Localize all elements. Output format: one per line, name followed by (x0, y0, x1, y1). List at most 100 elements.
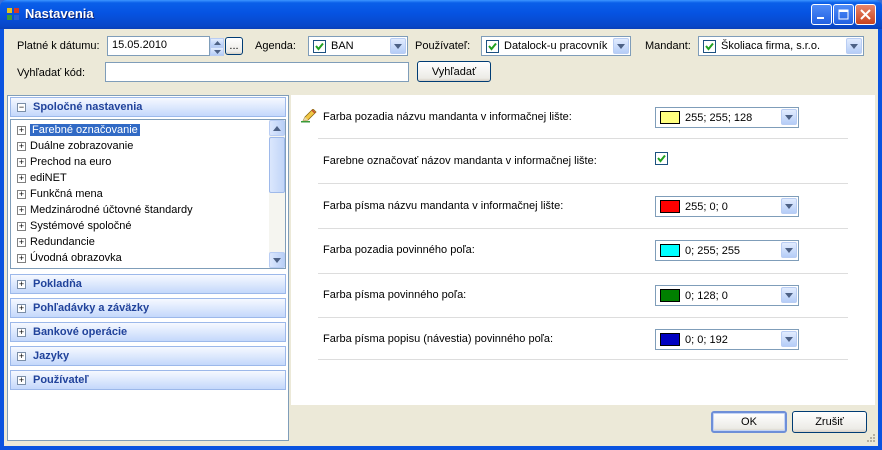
expand-icon[interactable]: + (17, 190, 26, 199)
tree-item[interactable]: + Systémové spoločné (12, 218, 269, 234)
color-select-required-bg[interactable]: 0; 255; 255 (655, 240, 799, 261)
tree-item-label: Funkčná mena (30, 188, 103, 200)
spin-up-icon[interactable] (210, 38, 224, 47)
settings-tree[interactable]: + Farebné označovanie + Duálne zobrazovani… (10, 119, 286, 269)
chevron-down-icon[interactable] (781, 109, 797, 125)
expand-icon[interactable]: + (17, 206, 26, 215)
section-title: Spoločné nastavenia (33, 101, 143, 113)
search-input[interactable] (105, 62, 409, 82)
search-button[interactable]: Vyhľadať (417, 61, 491, 82)
expand-icon[interactable]: + (17, 142, 26, 151)
section-header-jazyky[interactable]: + Jazyky (10, 346, 286, 366)
pencil-icon (301, 109, 317, 123)
user-checkbox[interactable] (486, 40, 499, 53)
date-spinner[interactable] (210, 38, 224, 56)
minimize-icon (817, 17, 824, 19)
tree-item[interactable]: + Medzinárodné účtovné štandardy (12, 202, 269, 218)
color-select-required-caption[interactable]: 0; 0; 192 (655, 329, 799, 350)
check-icon (488, 42, 497, 51)
chevron-down-icon[interactable] (781, 198, 797, 214)
section-header-bankove[interactable]: + Bankové operácie (10, 322, 286, 342)
color-select-mandant-font[interactable]: 255; 0; 0 (655, 196, 799, 217)
mandant-select[interactable]: Školiaca firma, s.r.o. (698, 36, 864, 56)
scroll-thumb[interactable] (269, 137, 285, 193)
section-title: Bankové operácie (33, 326, 128, 338)
expand-icon[interactable]: + (17, 158, 26, 167)
tree-scrollbar[interactable] (269, 120, 285, 268)
expand-icon[interactable]: + (17, 254, 26, 263)
spin-down-icon[interactable] (210, 47, 224, 56)
mandant-checkbox[interactable] (703, 40, 716, 53)
tree-item[interactable]: + Prechod na euro (12, 154, 269, 170)
expand-icon[interactable]: + (17, 238, 26, 247)
expand-icon[interactable]: + (17, 126, 26, 135)
color-select-mandant-bg[interactable]: 255; 255; 128 (655, 107, 799, 128)
color-select-required-font[interactable]: 0; 128; 0 (655, 285, 799, 306)
tree-item[interactable]: + Redundancie (12, 234, 269, 250)
tree-item-label: Redundancie (30, 236, 95, 248)
section-header-pouzivatel[interactable]: + Používateľ (10, 370, 286, 390)
section-title: Jazyky (33, 350, 70, 362)
section-header-common[interactable]: − Spoločné nastavenia (10, 97, 286, 117)
date-input[interactable]: 15.05.2010 (107, 36, 210, 56)
minimize-button[interactable] (811, 4, 832, 25)
app-icon (7, 8, 19, 20)
setting-label: Farba písma povinného poľa: (323, 289, 467, 301)
mark-mandant-checkbox[interactable] (655, 152, 668, 165)
tree-item-label: Úvodná obrazovka (30, 252, 122, 264)
agenda-label: Agenda: (255, 40, 296, 52)
date-picker-button[interactable]: ... (225, 37, 243, 55)
tree-item[interactable]: + Funkčná mena (12, 186, 269, 202)
chevron-down-icon[interactable] (781, 242, 797, 258)
section-header-pokladna[interactable]: + Pokladňa (10, 274, 286, 294)
tree-item[interactable]: + Úvodná obrazovka (12, 250, 269, 266)
close-button[interactable] (855, 4, 876, 25)
search-label: Vyhľadať kód: (17, 67, 86, 79)
tree-item-label: ediNET (30, 172, 67, 184)
scroll-down-icon[interactable] (269, 252, 285, 268)
color-swatch (660, 244, 680, 257)
tree-item[interactable]: + ediNET (12, 170, 269, 186)
user-value: Datalock-u pracovník (504, 40, 608, 52)
agenda-select[interactable]: BAN (308, 36, 408, 56)
maximize-icon (838, 9, 849, 20)
collapse-icon: − (17, 102, 26, 112)
color-swatch (660, 289, 680, 302)
agenda-checkbox[interactable] (313, 40, 326, 53)
tree-item-label: Duálne zobrazovanie (30, 140, 134, 152)
settings-panel: Farba pozadia názvu mandanta v informačn… (291, 95, 875, 405)
resize-grip-icon[interactable] (864, 433, 876, 445)
section-header-pohladavky[interactable]: + Pohľadávky a záväzky (10, 298, 286, 318)
expand-icon: + (17, 327, 26, 337)
color-swatch (660, 333, 680, 346)
user-select[interactable]: Datalock-u pracovník (481, 36, 631, 56)
section-title: Pohľadávky a záväzky (33, 302, 150, 314)
check-icon (657, 154, 666, 163)
tree-item[interactable]: + Farebné označovanie (12, 122, 269, 138)
title-bar[interactable]: Nastavenia (0, 0, 882, 29)
tree-item-label: Medzinárodné účtovné štandardy (30, 204, 193, 216)
chevron-down-icon[interactable] (781, 287, 797, 303)
check-icon (315, 42, 324, 51)
chevron-down-icon[interactable] (613, 38, 629, 54)
color-swatch (660, 111, 680, 124)
ok-button[interactable]: OK (711, 411, 787, 433)
color-value: 0; 128; 0 (685, 290, 728, 302)
expand-icon[interactable]: + (17, 222, 26, 231)
cancel-button[interactable]: Zrušiť (792, 411, 867, 433)
maximize-button[interactable] (833, 4, 854, 25)
chevron-down-icon[interactable] (846, 38, 862, 54)
chevron-down-icon[interactable] (781, 331, 797, 347)
scroll-up-icon[interactable] (269, 120, 285, 136)
setting-label: Farebne označovať názov mandanta v infor… (323, 155, 597, 167)
tree-item-label: Prechod na euro (30, 156, 112, 168)
expand-icon[interactable]: + (17, 174, 26, 183)
expand-icon: + (17, 303, 26, 313)
mandant-label: Mandant: (645, 40, 691, 52)
color-value: 255; 0; 0 (685, 201, 728, 213)
chevron-down-icon[interactable] (390, 38, 406, 54)
agenda-value: BAN (331, 40, 354, 52)
tree-item[interactable]: + Duálne zobrazovanie (12, 138, 269, 154)
row-separator (318, 183, 848, 184)
color-swatch (660, 200, 680, 213)
